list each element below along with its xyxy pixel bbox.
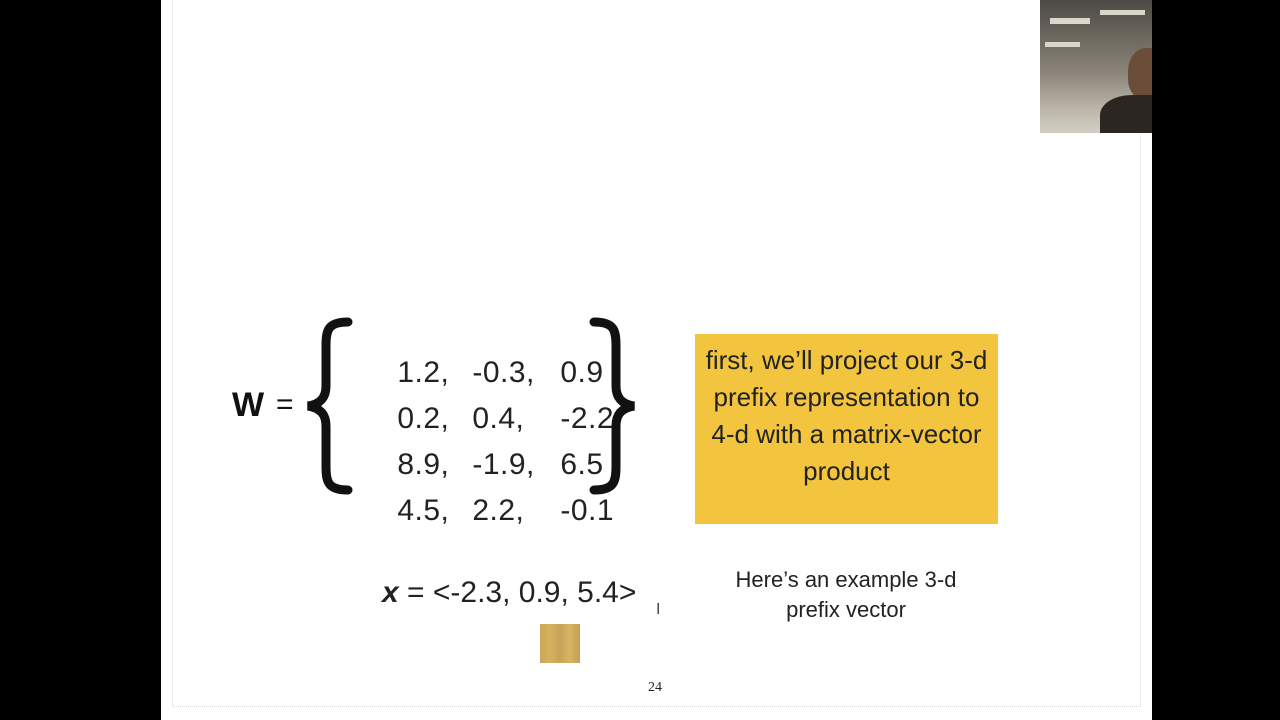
vector-expression: x = <-2.3, 0.9, 5.4> — [382, 576, 636, 610]
left-brace — [307, 317, 353, 495]
callout-note: first, we’ll project our 3-d prefix repr… — [695, 334, 998, 524]
matrix-cell: 2.2, — [472, 494, 525, 527]
matrix-cell: -0.1 — [560, 494, 615, 527]
person-head — [1128, 48, 1152, 100]
text-cursor-icon: I — [656, 601, 661, 618]
example-note: Here’s an example 3-d prefix vector — [735, 567, 957, 622]
person-body — [1100, 95, 1152, 133]
vector-value: = <-2.3, 0.9, 5.4> — [398, 576, 637, 609]
vector-variable: x — [382, 576, 399, 609]
matrix-row: 4.5, 2.2, -0.1 — [362, 460, 630, 562]
matrix-cell: 4.5, — [397, 494, 450, 527]
page-number: 24 — [648, 680, 662, 695]
matrix-equals: = — [276, 388, 294, 421]
matrix-label: W — [232, 386, 265, 424]
matrix-w: 1.2, -0.3, 0.9 0.2, 0.4, -2.2 8.9, -1.9, 6.5 4… — [300, 316, 640, 527]
webcam-feed — [1040, 0, 1152, 133]
pointer-highlight — [540, 624, 580, 663]
